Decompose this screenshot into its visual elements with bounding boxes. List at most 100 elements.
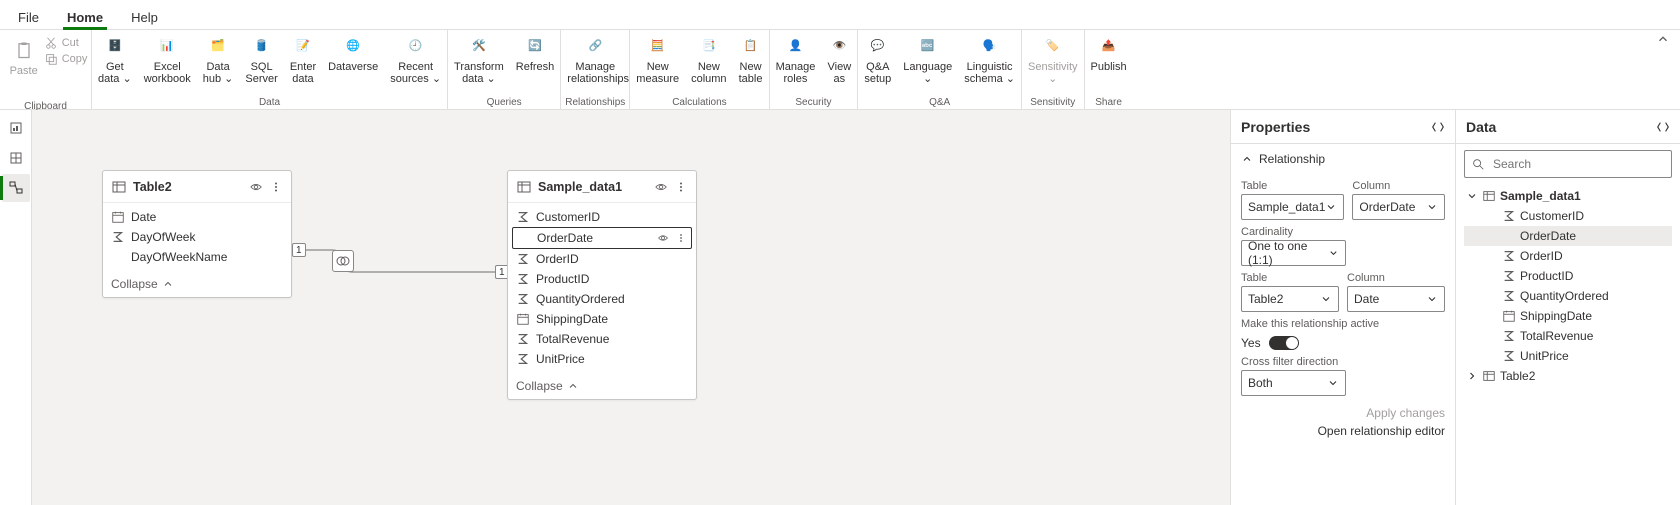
tree-table-table2[interactable]: Table2 (1464, 366, 1672, 386)
relationships-group-label: Relationships (565, 96, 625, 110)
manage-roles-button[interactable]: 👤Manage roles (770, 30, 822, 96)
view-rail (0, 110, 32, 505)
model-canvas[interactable]: 1 1 Table2 DateDayOfWeekDayOfWeekName Co… (32, 110, 1230, 505)
more-icon[interactable] (674, 180, 688, 194)
more-icon[interactable] (269, 180, 283, 194)
visibility-icon[interactable] (654, 180, 668, 194)
chevron-up-icon (162, 278, 174, 290)
chevron-down-icon (1328, 247, 1339, 259)
tree-table-sample[interactable]: Sample_data1 (1464, 186, 1672, 206)
field-productid[interactable]: ProductID (508, 269, 696, 289)
share-group-label: Share (1095, 96, 1122, 110)
menu-tabs: File Home Help (0, 0, 1680, 30)
properties-pane: Properties Relationship Table Sample_dat… (1230, 110, 1455, 505)
chevron-down-icon (1426, 201, 1438, 213)
linguistic-schema-button[interactable]: 🗣️Linguistic schema ⌄ (958, 30, 1021, 96)
tree-field-orderdate[interactable]: OrderDate (1464, 226, 1672, 246)
open-editor-link[interactable]: Open relationship editor (1241, 424, 1445, 438)
sensitivity-button: 🏷️Sensitivity ⌄ (1022, 30, 1084, 96)
qa-group-label: Q&A (929, 96, 950, 110)
relationship-section[interactable]: Relationship (1241, 152, 1445, 166)
table-icon (516, 179, 532, 195)
publish-button[interactable]: 📤Publish (1085, 30, 1133, 96)
table-label-2: Table (1241, 272, 1339, 284)
tree-field-shippingdate[interactable]: ShippingDate (1464, 306, 1672, 326)
language-button[interactable]: 🔤Language ⌄ (897, 30, 958, 96)
field-shippingdate[interactable]: ShippingDate (508, 309, 696, 329)
search-input[interactable] (1464, 150, 1672, 178)
new-measure-button[interactable]: 🧮New measure (630, 30, 685, 96)
tree-field-orderid[interactable]: OrderID (1464, 246, 1672, 266)
data-hub-button[interactable]: 🗂️Data hub ⌄ (197, 30, 240, 96)
tree-field-quantityordered[interactable]: QuantityOrdered (1464, 286, 1672, 306)
field-date[interactable]: Date (103, 207, 291, 227)
field-dayofweekname[interactable]: DayOfWeekName (103, 247, 291, 267)
filter-select[interactable]: Both (1241, 370, 1346, 396)
table2-select[interactable]: Table2 (1241, 286, 1339, 312)
queries-group-label: Queries (487, 96, 522, 110)
model-view-button[interactable] (2, 174, 30, 202)
recent-sources-button[interactable]: 🕘Recent sources ⌄ (384, 30, 447, 96)
field-orderid[interactable]: OrderID (508, 249, 696, 269)
visibility-icon[interactable] (249, 180, 263, 194)
field-dayofweek[interactable]: DayOfWeek (103, 227, 291, 247)
security-group-label: Security (795, 96, 831, 110)
refresh-button[interactable]: 🔄Refresh (510, 30, 561, 96)
new-column-button[interactable]: 📑New column (685, 30, 732, 96)
field-totalrevenue[interactable]: TotalRevenue (508, 329, 696, 349)
column1-select[interactable]: OrderDate (1352, 194, 1445, 220)
collapse-data-button[interactable] (1656, 120, 1670, 134)
column2-select[interactable]: Date (1347, 286, 1445, 312)
field-unitprice[interactable]: UnitPrice (508, 349, 696, 369)
cardinality-select[interactable]: One to one (1:1) (1241, 240, 1346, 266)
report-view-button[interactable] (2, 114, 30, 142)
table1-select[interactable]: Sample_data1 (1241, 194, 1344, 220)
collapse-table2[interactable]: Collapse (103, 271, 291, 297)
tree-field-totalrevenue[interactable]: TotalRevenue (1464, 326, 1672, 346)
paste-button: Paste (4, 34, 44, 100)
table-icon (1482, 369, 1496, 383)
tree-field-customerid[interactable]: CustomerID (1464, 206, 1672, 226)
collapse-sample[interactable]: Collapse (508, 373, 696, 399)
collapse-properties-button[interactable] (1431, 120, 1445, 134)
chevron-right-icon (1466, 370, 1478, 382)
relation-badge-left: 1 (292, 243, 306, 257)
excel-button[interactable]: 📊Excel workbook (138, 30, 197, 96)
get-data-button[interactable]: 🗄️Get data ⌄ (92, 30, 138, 96)
active-value: Yes (1241, 336, 1261, 350)
transform-data-button[interactable]: 🛠️Transform data ⌄ (448, 30, 510, 96)
tree-field-unitprice[interactable]: UnitPrice (1464, 346, 1672, 366)
data-title: Data (1466, 119, 1496, 135)
enter-data-button[interactable]: 📝Enter data (284, 30, 322, 96)
data-view-button[interactable] (2, 144, 30, 172)
relation-join-icon[interactable] (332, 250, 354, 272)
new-table-button[interactable]: 📋New table (733, 30, 769, 96)
active-toggle[interactable] (1269, 336, 1299, 350)
visibility-icon[interactable] (657, 232, 669, 244)
tab-home[interactable]: Home (53, 4, 117, 29)
chevron-up-icon (1241, 153, 1253, 165)
collapse-ribbon-button[interactable] (1646, 30, 1680, 48)
chevron-up-icon (567, 380, 579, 392)
entity-table2[interactable]: Table2 DateDayOfWeekDayOfWeekName Collap… (102, 170, 292, 298)
tree-field-productid[interactable]: ProductID (1464, 266, 1672, 286)
field-customerid[interactable]: CustomerID (508, 207, 696, 227)
dataverse-button[interactable]: 🌐Dataverse (322, 30, 384, 96)
field-orderdate[interactable]: OrderDate (512, 227, 692, 249)
cardinality-label: Cardinality (1241, 226, 1445, 238)
active-label: Make this relationship active (1241, 318, 1445, 330)
tab-help[interactable]: Help (117, 4, 172, 29)
qa-setup-button[interactable]: 💬Q&A setup (858, 30, 897, 96)
column-label-2: Column (1347, 272, 1445, 284)
view-as-button[interactable]: 👁️View as (821, 30, 857, 96)
manage-relationships-button[interactable]: 🔗Manage relationships (561, 30, 629, 96)
table-label: Table (1241, 180, 1344, 192)
entity-sample-data1[interactable]: Sample_data1 CustomerIDOrderDateOrderIDP… (507, 170, 697, 400)
entity-title: Sample_data1 (538, 180, 622, 194)
more-icon[interactable] (675, 232, 687, 244)
field-quantityordered[interactable]: QuantityOrdered (508, 289, 696, 309)
sql-button[interactable]: 🛢️SQL Server (239, 30, 283, 96)
tab-file[interactable]: File (4, 4, 53, 29)
data-group-label: Data (259, 96, 280, 110)
table-icon (1482, 189, 1496, 203)
